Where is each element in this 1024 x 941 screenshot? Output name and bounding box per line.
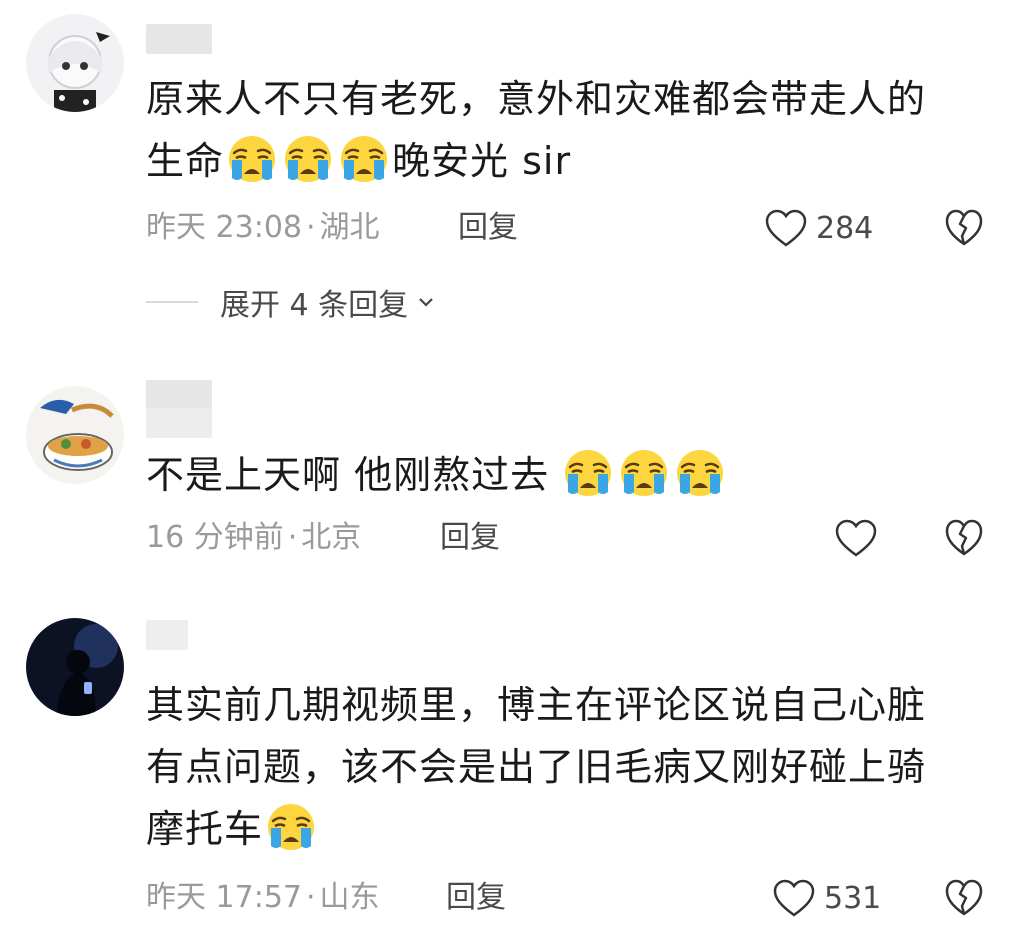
crying-face-emoji-icon <box>227 134 277 184</box>
like-button[interactable]: 284 <box>764 206 873 250</box>
dislike-button[interactable] <box>944 878 984 918</box>
timestamp: 昨天 17:57 <box>146 880 302 915</box>
like-button[interactable]: 531 <box>772 876 881 920</box>
avatar[interactable] <box>26 14 124 112</box>
like-count: 284 <box>816 210 874 246</box>
username-redacted[interactable] <box>146 24 212 54</box>
location: 湖北 <box>319 210 380 245</box>
expand-replies-label: 展开 4 条回复 <box>220 288 409 323</box>
dislike-button[interactable] <box>944 518 984 558</box>
comment-text: 其实前几期视频里，博主在评论区说自己心脏 有点问题，该不会是出了旧毛病又刚好碰上… <box>146 683 927 852</box>
heart-outline-icon <box>773 879 815 917</box>
comment-3: 其实前几期视频里，博主在评论区说自己心脏 有点问题，该不会是出了旧毛病又刚好碰上… <box>0 610 1024 941</box>
heart-outline-icon <box>835 519 877 557</box>
crying-face-emoji-icon <box>266 802 316 852</box>
broken-heart-icon <box>945 519 983 556</box>
comment-text: 原来人不只有老死，意外和灾难都会带走人的 生命 晚安光 sir <box>146 77 927 184</box>
username-redacted[interactable] <box>146 620 188 650</box>
broken-heart-icon <box>945 209 983 246</box>
like-button[interactable] <box>834 516 878 560</box>
reply-button[interactable]: 回复 <box>446 878 506 918</box>
chevron-down-icon <box>419 298 433 307</box>
timestamp: 16 分钟前 <box>146 520 284 555</box>
timestamp: 昨天 23:08 <box>146 210 302 245</box>
crying-face-emoji-icon <box>675 448 725 498</box>
heart-outline-icon <box>765 209 807 247</box>
dislike-button[interactable] <box>944 208 984 248</box>
avatar[interactable] <box>26 386 124 484</box>
crying-face-emoji-icon <box>283 134 333 184</box>
location: 山东 <box>319 880 380 915</box>
crying-face-emoji-icon <box>619 448 669 498</box>
location: 北京 <box>301 520 362 555</box>
reply-button[interactable]: 回复 <box>440 518 500 558</box>
username-redacted[interactable] <box>146 380 212 410</box>
username-redacted-2 <box>146 408 212 438</box>
expand-replies[interactable]: 展开 4 条回复 <box>146 280 436 324</box>
comment-meta: 昨天 23:08 · 湖北 <box>146 210 380 245</box>
comment-meta: 昨天 17:57 · 山东 <box>146 880 380 915</box>
avatar[interactable] <box>26 618 124 716</box>
comment-1: 原来人不只有老死，意外和灾难都会带走人的 生命 晚安光 sir 昨天 23:08 ·… <box>0 0 1024 340</box>
comment-text: 不是上天啊 他刚熬过去 <box>146 444 964 506</box>
divider-line <box>146 301 198 303</box>
comment-2: 不是上天啊 他刚熬过去 16 分钟前 · 北京 回复 <box>0 370 1024 600</box>
comment-meta: 16 分钟前 · 北京 <box>146 520 362 555</box>
crying-face-emoji-icon <box>563 448 613 498</box>
broken-heart-icon <box>945 879 983 916</box>
like-count: 531 <box>824 880 882 916</box>
reply-button[interactable]: 回复 <box>458 208 518 248</box>
crying-face-emoji-icon <box>339 134 389 184</box>
